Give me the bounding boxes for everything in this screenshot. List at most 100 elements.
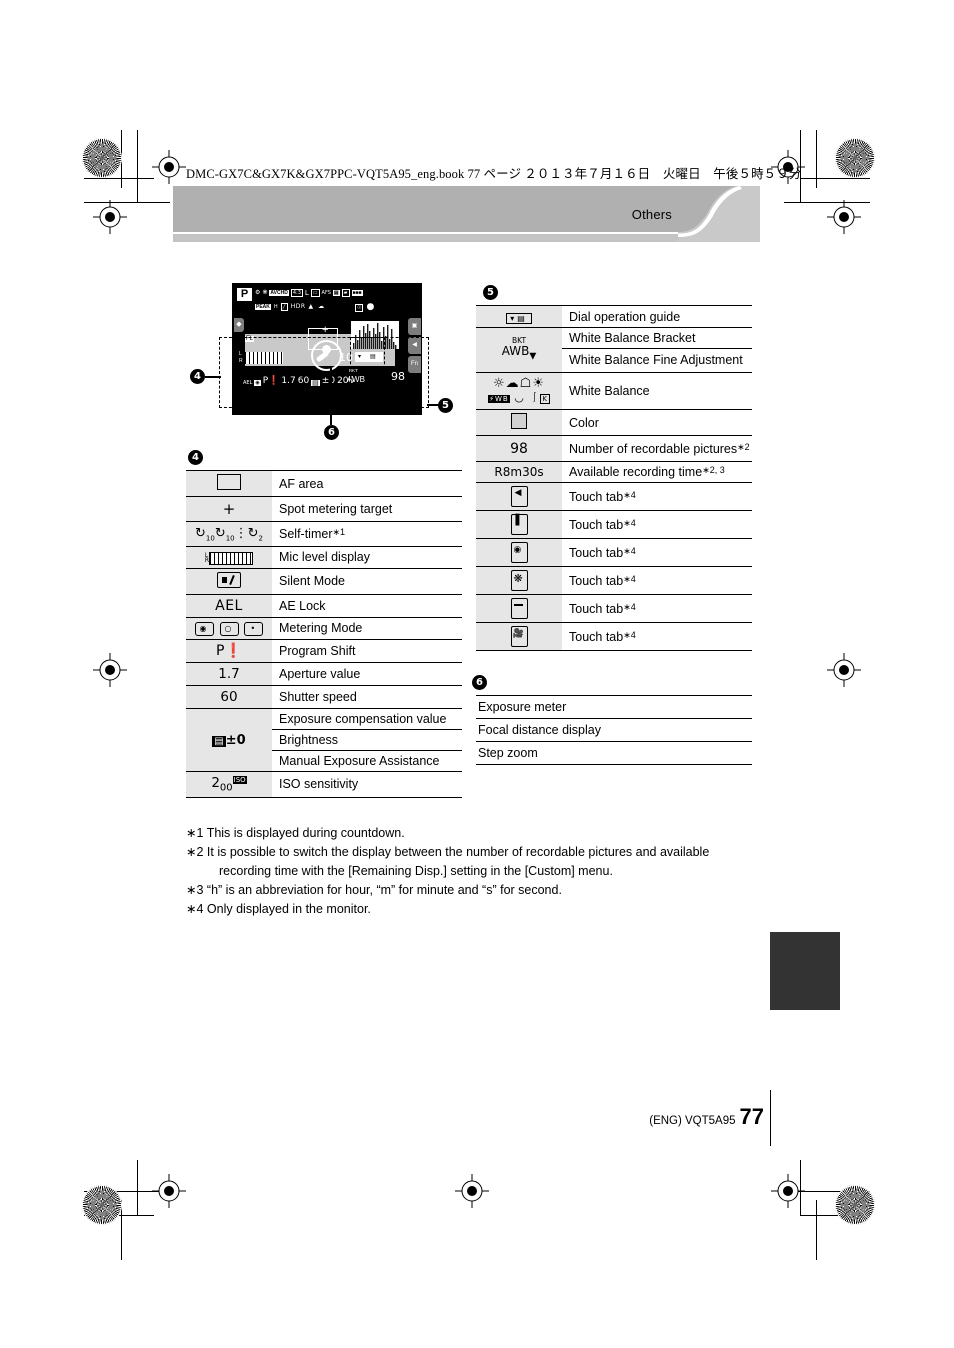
footnote-3: ∗3 “h” is an abbreviation for hour, “m” … (186, 883, 562, 897)
recordable-pictures-value: 98 (510, 440, 528, 457)
table-row: BKT AWB▼ White Balance Bracket (476, 327, 752, 373)
crop-line (137, 130, 138, 202)
registration-mark (827, 200, 861, 234)
row-label: Brightness (272, 729, 462, 751)
table-row: + Spot metering target (186, 496, 462, 522)
row-label: Touch tab∗4 (562, 594, 752, 623)
row-label: White Balance (562, 372, 752, 410)
row-label: Dial operation guide (562, 305, 752, 328)
monochrome-icon: ╱ (280, 303, 288, 311)
icon-cell: LR (186, 545, 272, 569)
table-row: ❋ Touch tab∗4 (476, 566, 752, 595)
icon-cell (476, 594, 562, 623)
aperture-value: 1.7 (218, 666, 240, 683)
touch-tab-shutter-icon[interactable]: ▣ (408, 318, 421, 335)
row-label: Touch tab∗4 (562, 538, 752, 567)
icon-cell (476, 409, 562, 436)
spot-metering-icon: + (222, 500, 236, 518)
touch-tab-panel-icon (510, 598, 528, 620)
icon-cell (186, 470, 272, 497)
table-row: Touch tab∗4 (476, 594, 752, 623)
registration-mark (152, 150, 186, 184)
row-label: Shutter speed (272, 685, 462, 709)
touch-tab-arrow-icon: ◀ (510, 486, 528, 508)
multi-exposure-icon: ☁ (318, 303, 325, 310)
table-row: R8m30s Available recording time∗2, 3 (476, 461, 752, 483)
wifi-icon: ☉ (355, 303, 364, 312)
burst-mode-icon: ▰ (341, 289, 350, 297)
leader-line (330, 368, 332, 425)
table-row: 1.7 Aperture value (186, 662, 462, 686)
dial-operation-guide-icon: ▾▤ (506, 313, 532, 324)
photo-style-icon: ⚙ (255, 289, 261, 296)
row-label: Step zoom (476, 741, 752, 765)
row-label: Number of recordable pictures∗2 (562, 434, 752, 462)
icon-cell: AEL (186, 593, 272, 618)
row-label: AF area (272, 470, 462, 497)
lcd-second-icon-row: PEAK H ╱ HDR ▲ ☁ (255, 303, 324, 311)
program-shift-icon: P❗ (216, 643, 242, 660)
touch-tab-video-icon: 🎥 (510, 626, 528, 648)
row-label: Available recording time∗2, 3 (562, 461, 752, 483)
crop-line (816, 1200, 817, 1260)
icon-cell: P❗ (186, 639, 272, 663)
registration-mark (93, 200, 127, 234)
table-row: 60 Shutter speed (186, 685, 462, 709)
row-label: Touch tab∗4 (562, 510, 752, 539)
footnote-ref: ∗2, 3 (702, 465, 725, 476)
section-number-6: 6 (472, 675, 487, 690)
table-row: ↻10↻10⋮↻2 Self-timer∗1 (186, 521, 462, 547)
star-target-mark (835, 1185, 875, 1225)
row-label: ISO sensitivity (272, 771, 462, 798)
color-icon (511, 413, 527, 429)
banner-bar (173, 186, 688, 232)
icon-cell: ◀ (476, 482, 562, 511)
banner-underbar (173, 234, 688, 242)
footnote-ref: ∗4 (623, 601, 636, 612)
callout-4: 4 (190, 369, 205, 384)
icon-cell: ▤ ±0 (186, 708, 272, 772)
footnote-ref: ∗4 (623, 517, 636, 528)
row-label: Color (562, 409, 752, 436)
page-title: Others (631, 207, 672, 222)
footnote-ref: ∗2 (737, 442, 750, 452)
table-row: 200ISO ISO sensitivity (186, 771, 462, 798)
icon-cell: ▾▤ (476, 305, 562, 328)
ae-lock-icon: AEL (215, 597, 243, 614)
document-code: (ENG) VQT5A95 (649, 1115, 736, 1127)
icon-cell: 98 (476, 434, 562, 462)
touch-tab-shutter-icon: ◉ (510, 542, 528, 564)
mic-level-icon (209, 551, 254, 565)
spot-metering-icon: + (322, 324, 329, 336)
exposure-comp-value: ±0 (225, 732, 246, 748)
row-label: Silent Mode (272, 567, 462, 595)
footnote-2-cont: recording time with the [Remaining Disp.… (219, 864, 613, 878)
hdr-icon: HDR (290, 303, 306, 310)
registration-mark (152, 1174, 186, 1208)
row-label: Exposure compensation value (272, 708, 462, 730)
star-target-mark (82, 138, 122, 178)
flash-tab-icon: ◆ (234, 318, 244, 332)
white-balance-icon-row1: ☼☁☖☀ (493, 376, 545, 391)
af-area-icon (217, 474, 241, 490)
row-label: Manual Exposure Assistance (272, 750, 462, 772)
picture-size-icon: L (304, 288, 309, 297)
row-label: Mic level display (272, 545, 462, 569)
exposure-comp-icon: ▤ (212, 735, 226, 747)
registration-mark (827, 653, 861, 687)
touch-tab-creative-icon: ❋ (510, 570, 528, 592)
icon-cell: ◉ (476, 538, 562, 567)
icon-cell: ☼☁☖☀ ⚡WB ◡ ⎰ K (476, 372, 562, 410)
page-number: 77 (739, 1104, 764, 1129)
table-row: ☼☁☖☀ ⚡WB ◡ ⎰ K White Balance (476, 372, 752, 410)
row-label: Aperture value (272, 662, 462, 686)
registration-mark (93, 653, 127, 687)
footer-divider (770, 1090, 771, 1146)
table-row: ▾▤ Dial operation guide (476, 305, 752, 328)
white-balance-icon-row2: ⚡WB ◡ ⎰ K (488, 391, 550, 404)
table-row: LR Mic level display (186, 545, 462, 569)
metering-multiple-icon: ◉ (194, 622, 214, 637)
table-row: Silent Mode (186, 567, 462, 595)
afs-icon: AFS (321, 289, 331, 296)
footnote-4: ∗4 Only displayed in the monitor. (186, 902, 371, 916)
